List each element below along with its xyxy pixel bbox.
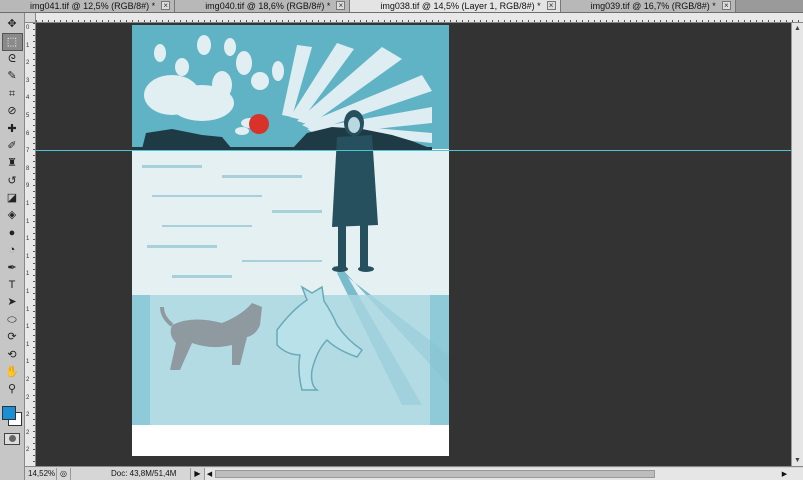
ruler-number: 8 [26, 165, 30, 172]
3d-rotate-tool-icon[interactable]: ⟳ [2, 329, 23, 346]
document-tab-bar: img041.tif @ 12,5% (RGB/8#) * × img040.t… [0, 0, 803, 13]
ruler-number: 2 [26, 377, 30, 383]
scroll-down-icon[interactable]: ▼ [792, 455, 803, 466]
eyedropper-tool-icon[interactable]: ⊘ [2, 103, 23, 120]
vertical-ruler[interactable]: 0 1 2 3 4 5 6 7 8 9 1 1 1 1 1 1 1 1 1 1 2 2 2 2 2 [25, 23, 36, 466]
tab-label: img041.tif @ 12,5% (RGB/8#) * [30, 0, 156, 11]
ruler-number: 2 [26, 394, 30, 401]
move-tool-icon[interactable]: ✥ [2, 16, 23, 33]
tab-label: img039.tif @ 16,7% (RGB/8#) * [590, 0, 716, 11]
ruler-number: 1 [26, 42, 30, 49]
artwork [132, 25, 449, 425]
sun [249, 114, 269, 134]
tab-img040[interactable]: img040.tif @ 18,6% (RGB/8#) * × [175, 0, 351, 12]
clone-stamp-tool-icon[interactable]: ♜ [2, 155, 23, 172]
color-swatches [1, 405, 23, 427]
canvas-area[interactable] [36, 23, 791, 466]
ruler-number: 1 [26, 271, 30, 278]
type-tool-icon[interactable]: T [2, 277, 23, 294]
crop-tool-icon[interactable]: ⌗ [2, 86, 23, 103]
status-menu-arrow-icon[interactable]: ▶ [191, 467, 205, 480]
scroll-right-icon[interactable]: ▶ [780, 468, 789, 480]
tab-label: img040.tif @ 18,6% (RGB/8#) * [205, 0, 331, 11]
horizontal-guide[interactable] [36, 150, 791, 151]
3d-orbit-tool-icon[interactable]: ⟲ [2, 346, 23, 363]
toolbox: ✥ ⬚ ᘓ ✎ ⌗ ⊘ ✚ ✐ ♜ ↺ ◪ ◈ ● ◔ ✒ T ➤ ⬭ ⟳ ⟲ ✋ ⚲ [0, 13, 25, 480]
tools-list: ✥ ⬚ ᘓ ✎ ⌗ ⊘ ✚ ✐ ♜ ↺ ◪ ◈ ● ◔ ✒ T ➤ ⬭ ⟳ ⟲ ✋ ⚲ [1, 16, 23, 399]
ruler-number: 5 [26, 113, 30, 119]
ruler-number: 0 [26, 25, 30, 31]
ruler-number: 1 [26, 218, 30, 225]
ruler-number: 1 [26, 236, 30, 243]
tab-img039[interactable]: img039.tif @ 16,7% (RGB/8#) * × [560, 0, 736, 12]
ruler-number: 9 [26, 183, 30, 190]
status-settings-icon[interactable]: ◎ [57, 467, 71, 480]
shape-tool-icon[interactable]: ⬭ [2, 312, 23, 329]
vertical-scrollbar[interactable]: ▲ ▼ [791, 23, 803, 466]
brush-tool-icon[interactable]: ✐ [2, 138, 23, 155]
close-icon[interactable]: × [721, 1, 731, 10]
dodge-tool-icon[interactable]: ◔ [2, 242, 23, 259]
close-icon[interactable]: × [336, 1, 346, 10]
rectangular-marquee-tool-icon[interactable]: ⬚ [1, 33, 23, 51]
horizontal-scroll-thumb[interactable] [215, 469, 655, 478]
tab-img041[interactable]: img041.tif @ 12,5% (RGB/8#) * × [0, 0, 176, 12]
scroll-left-icon[interactable]: ◀ [205, 468, 214, 480]
close-icon[interactable]: × [161, 1, 171, 10]
close-icon[interactable]: × [546, 1, 556, 10]
ruler-number: 2 [26, 60, 30, 67]
ruler-number: 1 [26, 341, 30, 348]
ruler-number: 1 [26, 306, 30, 313]
zoom-level-field[interactable]: 14,52% [25, 467, 57, 480]
figure-face [348, 117, 360, 133]
tabbar-empty-area [735, 0, 803, 12]
spot-healing-tool-icon[interactable]: ✚ [2, 120, 23, 137]
foreground-color-swatch[interactable] [2, 405, 16, 420]
horizontal-scrollbar[interactable]: ◀ ▶ [205, 467, 803, 480]
ruler-number: 1 [26, 201, 30, 207]
ruler-origin[interactable] [25, 13, 36, 23]
paint-bucket-tool-icon[interactable]: ◈ [2, 207, 23, 224]
zoom-tool-icon[interactable]: ⚲ [2, 381, 23, 398]
document-info: Doc: 43,8M/51,4M [71, 467, 191, 480]
ruler-number: 2 [26, 429, 30, 436]
scroll-up-icon[interactable]: ▲ [792, 23, 803, 34]
pen-tool-icon[interactable]: ✒ [2, 259, 23, 276]
path-selection-tool-icon[interactable]: ➤ [2, 294, 23, 311]
lasso-tool-icon[interactable]: ᘓ [2, 51, 23, 68]
ruler-number: 1 [26, 324, 30, 331]
tab-img038[interactable]: img038.tif @ 14,5% (Layer 1, RGB/8#) * × [350, 0, 561, 12]
ruler-number: 1 [26, 253, 30, 260]
quick-selection-tool-icon[interactable]: ✎ [2, 68, 23, 85]
hand-tool-icon[interactable]: ✋ [2, 364, 23, 381]
lower-frame-left [132, 295, 150, 425]
horizontal-ruler[interactable] [36, 13, 803, 23]
ruler-number: 3 [26, 77, 30, 84]
ruler-number: 2 [26, 447, 30, 454]
lower-frame-right [430, 295, 449, 425]
ruler-number: 1 [26, 359, 30, 366]
ruler-number: 7 [26, 148, 30, 155]
ruler-number: 4 [26, 95, 30, 102]
quick-mask-icon [8, 435, 16, 443]
eraser-tool-icon[interactable]: ◪ [2, 190, 23, 207]
ruler-number: 6 [26, 130, 30, 137]
document-canvas[interactable] [132, 25, 449, 456]
status-bar: 14,52% ◎ Doc: 43,8M/51,4M ▶ ◀ ▶ [25, 466, 803, 480]
quick-mask-button[interactable] [4, 432, 20, 445]
blur-tool-icon[interactable]: ● [2, 225, 23, 242]
ruler-number: 2 [26, 412, 30, 419]
tab-label: img038.tif @ 14,5% (Layer 1, RGB/8#) * [380, 0, 541, 11]
history-brush-tool-icon[interactable]: ↺ [2, 173, 23, 190]
snow-field [132, 150, 449, 295]
ruler-number: 1 [26, 289, 30, 295]
